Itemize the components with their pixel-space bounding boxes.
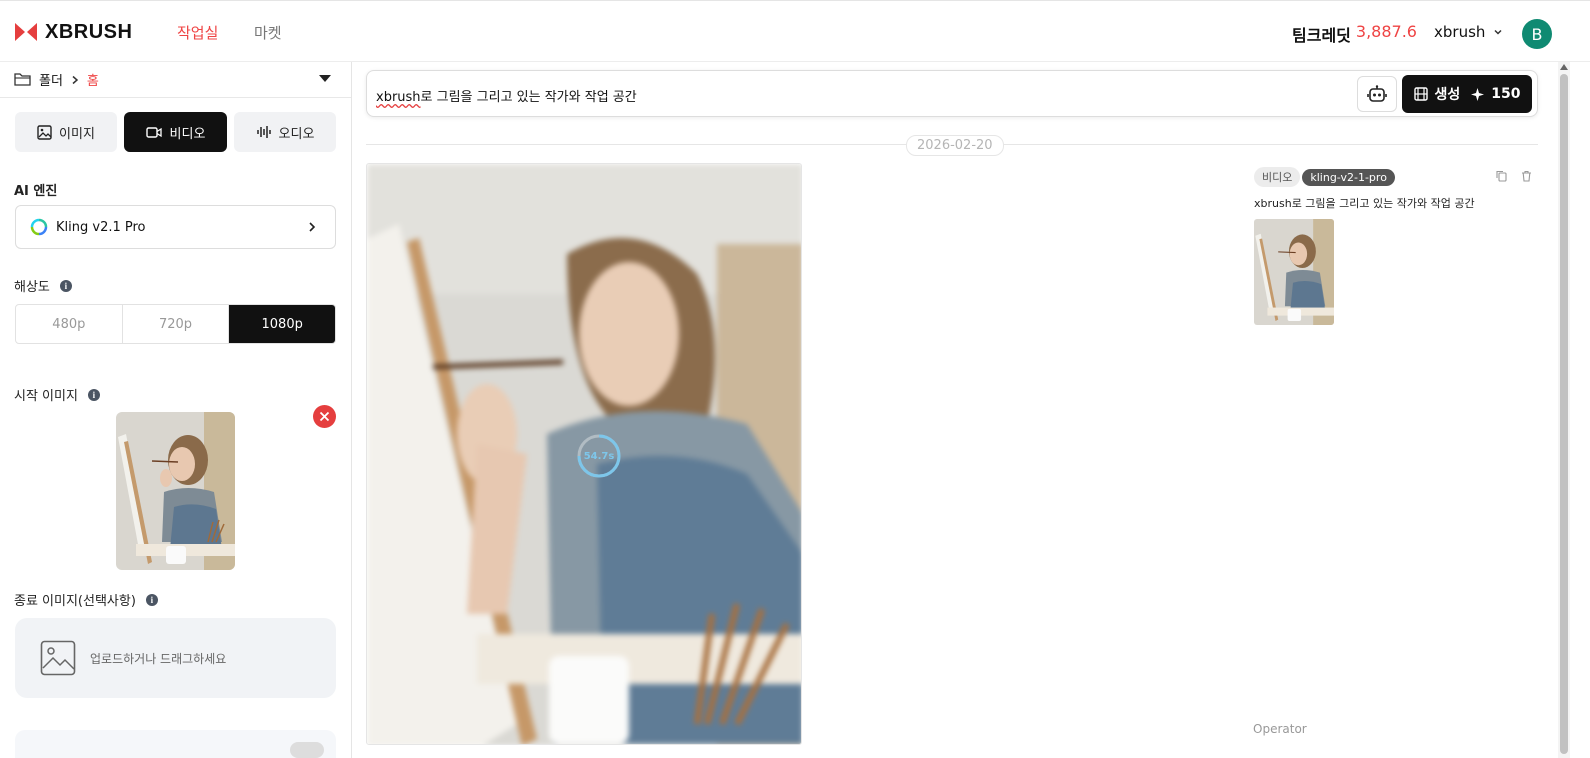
trash-icon[interactable] bbox=[1521, 170, 1532, 182]
mode-image-label: 이미지 bbox=[59, 126, 95, 142]
mode-audio-label: 오디오 bbox=[278, 126, 315, 142]
ai-assistant-button[interactable] bbox=[1357, 76, 1397, 112]
user-menu[interactable]: xbrush bbox=[1434, 23, 1503, 41]
credits-value: 3,887.6 bbox=[1355, 22, 1417, 41]
start-image-thumbnail[interactable] bbox=[116, 412, 235, 570]
prompt-misspelled-word: xbrush bbox=[376, 90, 421, 105]
image-placeholder-icon bbox=[40, 640, 76, 676]
main-content: xbrush로 그림을 그리고 있는 작가와 작업 공간 생성 150 2026… bbox=[352, 62, 1558, 758]
logo-text: XBRUSH bbox=[45, 20, 133, 43]
prompt-text[interactable]: xbrush로 그림을 그리고 있는 작가와 작업 공간 bbox=[376, 86, 637, 105]
generate-cost: 150 bbox=[1491, 86, 1521, 102]
logo[interactable]: XBRUSH bbox=[14, 20, 132, 44]
upload-text: 업로드하거나 드래그하세요 bbox=[90, 651, 227, 666]
resolution-selector: 480p 720p 1080p bbox=[15, 304, 336, 344]
mode-audio-button[interactable]: 오디오 bbox=[234, 112, 336, 152]
top-header: XBRUSH 작업실 마켓 팀크레딧 3,887.6 xbrush B bbox=[0, 0, 1590, 62]
sparkle-icon bbox=[1471, 87, 1485, 101]
video-preview[interactable]: 54.7s bbox=[366, 163, 802, 745]
mode-video-button[interactable]: 비디오 bbox=[124, 112, 227, 152]
generation-source-thumbnail[interactable] bbox=[1254, 219, 1334, 325]
username: xbrush bbox=[1434, 23, 1486, 41]
audio-wave-icon bbox=[256, 126, 271, 138]
breadcrumb-home[interactable]: 홈 bbox=[87, 70, 99, 89]
tab-market[interactable]: 마켓 bbox=[254, 22, 282, 43]
close-icon bbox=[319, 411, 330, 422]
info-icon[interactable]: i bbox=[87, 388, 100, 401]
scrollbar-thumb[interactable] bbox=[1560, 74, 1568, 754]
team-credits: 팀크레딧 3,887.6 bbox=[1292, 22, 1417, 46]
credits-label: 팀크레딧 bbox=[1292, 26, 1351, 45]
ai-engine-value: Kling v2.1 Pro bbox=[56, 219, 146, 235]
mode-image-button[interactable]: 이미지 bbox=[15, 112, 117, 152]
scroll-up-arrow-icon[interactable] bbox=[1560, 64, 1568, 70]
operator-label: Operator bbox=[1253, 722, 1307, 736]
video-icon bbox=[145, 126, 162, 138]
ai-engine-label: AI 엔진 bbox=[14, 180, 57, 199]
generation-details: 비디오 kling-v2-1-pro xbrush로 그림을 그리고 있는 작가와… bbox=[1254, 166, 1544, 325]
copy-icon[interactable] bbox=[1496, 170, 1507, 182]
end-image-label: 종료 이미지(선택사항) i bbox=[14, 590, 158, 609]
folder-label[interactable]: 폴더 bbox=[39, 70, 63, 89]
chevron-right-icon bbox=[309, 222, 316, 232]
folder-bar: 폴더 홈 bbox=[0, 62, 351, 98]
remove-start-image-button[interactable] bbox=[313, 405, 336, 428]
ai-engine-select[interactable]: Kling v2.1 Pro bbox=[15, 205, 336, 249]
loading-timer-text: 54.7s bbox=[583, 450, 615, 462]
robot-icon bbox=[1367, 85, 1387, 102]
start-image-label-text: 시작 이미지 bbox=[14, 389, 78, 404]
date-label: 2026-02-20 bbox=[906, 135, 1004, 156]
resolution-480p[interactable]: 480p bbox=[16, 305, 123, 343]
xbrush-logo-icon bbox=[15, 23, 37, 41]
resolution-label: 해상도 i bbox=[14, 276, 72, 295]
mode-video-label: 비디오 bbox=[169, 126, 206, 142]
left-panel: 폴더 홈 이미지 비디오 오디오 AI 엔진 Kling v2.1 Pro 해상… bbox=[0, 62, 352, 758]
folder-icon bbox=[14, 73, 31, 86]
model-badge: kling-v2-1-pro bbox=[1302, 169, 1395, 186]
generate-button[interactable]: 생성 150 bbox=[1402, 75, 1532, 113]
prompt-input[interactable]: xbrush로 그림을 그리고 있는 작가와 작업 공간 생성 150 bbox=[366, 70, 1538, 117]
collapsed-option-card bbox=[15, 730, 336, 758]
chevron-down-icon bbox=[1494, 29, 1502, 35]
resolution-1080p[interactable]: 1080p bbox=[229, 305, 335, 343]
film-icon bbox=[1413, 87, 1428, 101]
ai-engine-label-text: AI 엔진 bbox=[14, 184, 58, 199]
chevron-right-icon bbox=[72, 75, 79, 84]
kling-logo-icon bbox=[30, 218, 48, 236]
artist-painting-image bbox=[116, 412, 235, 570]
tab-workspace[interactable]: 작업실 bbox=[177, 22, 218, 43]
end-image-upload-dropzone[interactable]: 업로드하거나 드래그하세요 bbox=[15, 618, 336, 698]
option-toggle[interactable] bbox=[290, 742, 324, 758]
start-image-label: 시작 이미지 i bbox=[14, 385, 100, 404]
generation-actions bbox=[1496, 170, 1532, 182]
end-image-label-text: 종료 이미지(선택사항) bbox=[14, 594, 136, 609]
image-icon bbox=[37, 124, 52, 140]
generate-label: 생성 bbox=[1434, 87, 1461, 103]
folder-dropdown-caret-icon[interactable] bbox=[319, 75, 331, 82]
info-icon[interactable]: i bbox=[145, 593, 158, 606]
resolution-720p[interactable]: 720p bbox=[123, 305, 230, 343]
prompt-remainder: 로 그림을 그리고 있는 작가와 작업 공간 bbox=[420, 90, 637, 105]
artist-painting-image bbox=[1254, 219, 1334, 325]
breadcrumb: 폴더 홈 bbox=[14, 70, 99, 89]
resolution-label-text: 해상도 bbox=[14, 280, 50, 295]
avatar[interactable]: B bbox=[1522, 19, 1552, 49]
generation-prompt: xbrush로 그림을 그리고 있는 작가와 작업 공간 bbox=[1254, 197, 1475, 210]
type-badge: 비디오 bbox=[1254, 167, 1301, 187]
info-icon[interactable]: i bbox=[59, 279, 72, 292]
main-scrollbar[interactable] bbox=[1558, 62, 1570, 758]
